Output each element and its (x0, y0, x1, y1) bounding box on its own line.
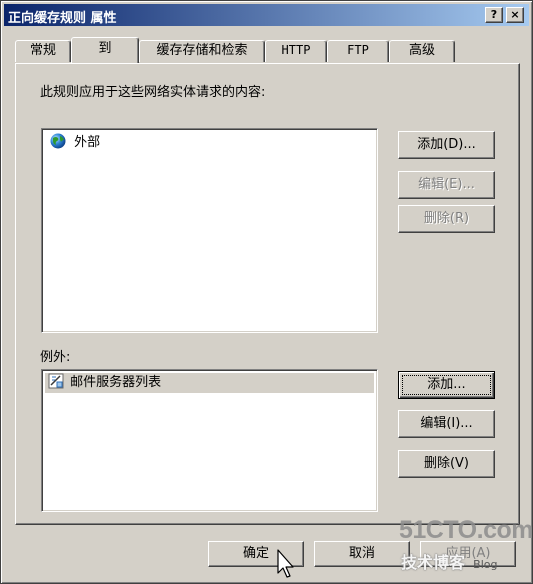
watermark-line3: Blog (473, 558, 498, 571)
tab-to[interactable]: 到 (71, 37, 139, 63)
server-list-icon (48, 373, 64, 389)
watermark-subtitle: 技术博客 Blog (401, 549, 497, 573)
close-button[interactable]: × (506, 7, 524, 23)
mouse-cursor-icon (277, 549, 294, 578)
list-item-label: 外部 (74, 135, 101, 150)
edit-target-button[interactable]: 编辑(E)... (398, 171, 495, 199)
window-title: 正向缓存规则 属性 (8, 11, 117, 26)
tab-cache-storage-retrieval[interactable]: 缓存存储和检索 (139, 40, 265, 62)
delete-target-button[interactable]: 删除(R) (398, 205, 495, 233)
list-item-label: 邮件服务器列表 (70, 375, 162, 390)
tab-ftp[interactable]: FTP (327, 40, 389, 62)
cancel-button[interactable]: 取消 (314, 541, 410, 567)
list-item[interactable]: 邮件服务器列表 (45, 373, 374, 393)
globe-icon (50, 133, 66, 149)
tab-advanced[interactable]: 高级 (389, 40, 455, 62)
exceptions-label: 例外: (40, 350, 71, 365)
add-exception-button[interactable]: 添加... (398, 371, 495, 399)
properties-dialog: 正向缓存规则 属性 ? × 常规 到 缓存存储和检索 HTTP FTP 高级 此… (0, 0, 533, 584)
add-target-button[interactable]: 添加(D)... (398, 131, 495, 159)
exceptions-list[interactable]: 邮件服务器列表 (41, 369, 378, 512)
help-button[interactable]: ? (485, 7, 503, 23)
watermark-line1: 51CTO.com (399, 516, 533, 544)
tab-general[interactable]: 常规 (15, 40, 71, 62)
watermark-logo: 51CTO.com (399, 517, 533, 543)
edit-exception-button[interactable]: 编辑(I)... (398, 410, 495, 438)
watermark-line2: 技术博客 (401, 553, 466, 572)
applies-to-label: 此规则应用于这些网络实体请求的内容: (40, 85, 266, 100)
tab-http[interactable]: HTTP (265, 40, 327, 62)
title-bar[interactable]: 正向缓存规则 属性 ? × (4, 4, 529, 26)
applies-to-list[interactable]: 外部 (41, 128, 378, 333)
list-item[interactable]: 外部 (50, 133, 100, 153)
delete-exception-button[interactable]: 删除(V) (398, 450, 495, 478)
